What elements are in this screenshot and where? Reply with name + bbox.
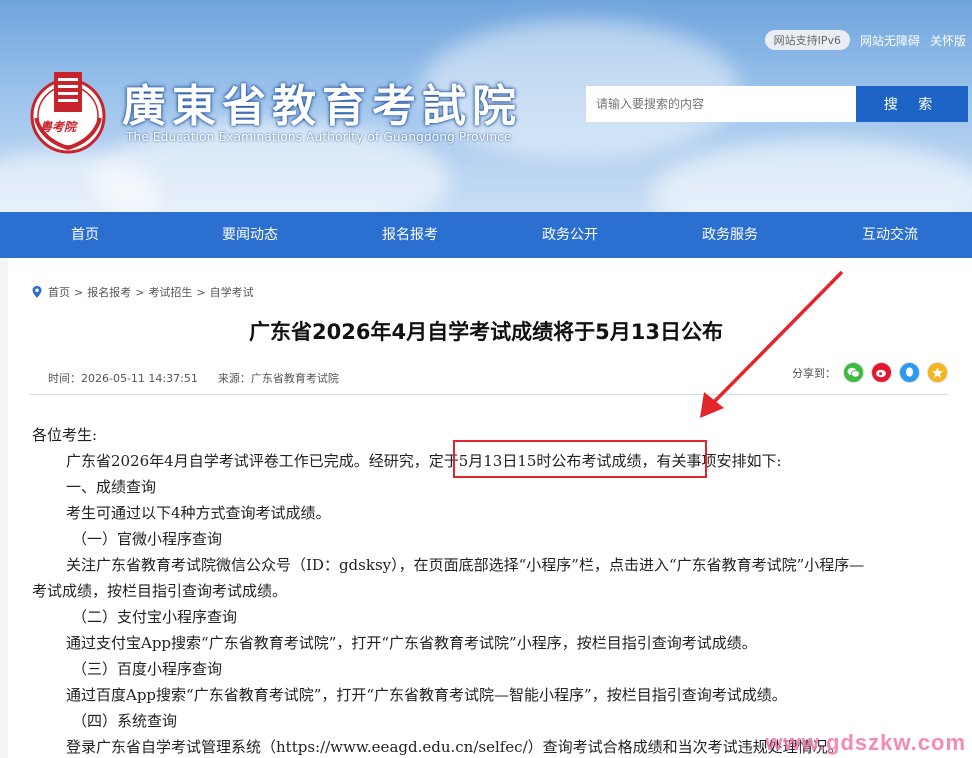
search-button[interactable]: 搜 索 bbox=[856, 86, 968, 122]
location-pin-icon bbox=[32, 286, 42, 298]
accessibility-link[interactable]: 网站无障碍 bbox=[860, 32, 920, 49]
care-mode-link[interactable]: 关怀版 bbox=[930, 32, 966, 49]
breadcrumb-self-study[interactable]: 自学考试 bbox=[210, 284, 254, 300]
qq-icon[interactable] bbox=[899, 362, 920, 383]
share-label: 分享到： bbox=[792, 366, 836, 380]
paragraph-text: 关注广东省教育考试院微信公众号（ID：gdsksy），在页面底部选择“小程序”栏… bbox=[66, 556, 865, 574]
site-header: 网站支持IPv6 网站无障碍 关怀版 粤考院 廣東省教育考試院 The Educ… bbox=[0, 0, 972, 212]
nav-item-news[interactable]: 要闻动态 bbox=[170, 212, 330, 258]
ipv6-badge: 网站支持IPv6 bbox=[764, 30, 850, 50]
search-input[interactable] bbox=[586, 86, 856, 122]
subsection-heading: （二）支付宝小程序查询 bbox=[72, 608, 238, 626]
nav-item-gov-services[interactable]: 政务服务 bbox=[650, 212, 810, 258]
paragraph-text: 考试成绩，按栏目指引查询考试成绩。 bbox=[32, 582, 288, 600]
article-title: 广东省2026年4月自学考试成绩将于5月13日公布 bbox=[249, 320, 723, 344]
site-logo-title[interactable]: 廣東省教育考試院 bbox=[122, 70, 522, 134]
emblem-text: 粤考院 bbox=[40, 120, 77, 134]
subsection-heading: （一）官微小程序查询 bbox=[72, 530, 223, 548]
breadcrumb-registration[interactable]: 报名报考 bbox=[87, 284, 131, 300]
main-nav: 首页 要闻动态 报名报考 政务公开 政务服务 互动交流 bbox=[0, 212, 972, 258]
weibo-icon[interactable] bbox=[871, 362, 892, 383]
breadcrumb-home[interactable]: 首页 bbox=[48, 284, 70, 300]
nav-item-home[interactable]: 首页 bbox=[0, 212, 170, 258]
paragraph-text: 通过百度App搜索“广东省教育考试院”，打开“广东省教育考试院—智能小程序”，按… bbox=[66, 686, 787, 704]
paragraph-text: 通过支付宝App搜索“广东省教育考试院”，打开“广东省教育考试院”小程序，按栏目… bbox=[66, 634, 757, 652]
highlight-annotation-box bbox=[453, 440, 707, 478]
nav-item-registration[interactable]: 报名报考 bbox=[330, 212, 490, 258]
meta-divider bbox=[30, 394, 948, 395]
breadcrumb-separator: > bbox=[196, 285, 206, 299]
wechat-icon[interactable] bbox=[843, 362, 864, 383]
breadcrumb: 首页 > 报名报考 > 考试招生 > 自学考试 bbox=[30, 284, 254, 300]
breadcrumb-separator: > bbox=[74, 285, 84, 299]
nav-item-interaction[interactable]: 互动交流 bbox=[810, 212, 970, 258]
cloud-decoration bbox=[650, 140, 972, 212]
paragraph-text: 考生可通过以下4种方式查询考试成绩。 bbox=[66, 504, 331, 522]
subsection-heading: （三）百度小程序查询 bbox=[72, 660, 223, 678]
qzone-icon[interactable] bbox=[927, 362, 948, 383]
article-time: 时间：2026-05-11 14:37:51 bbox=[48, 372, 198, 385]
article-meta: 时间：2026-05-11 14:37:51 来源：广东省教育考试院 bbox=[48, 370, 339, 386]
breadcrumb-exams[interactable]: 考试招生 bbox=[148, 284, 192, 300]
breadcrumb-separator: > bbox=[135, 285, 145, 299]
share-bar: 分享到： bbox=[792, 362, 948, 383]
site-logo-subtitle: The Education Examinations Authority of … bbox=[126, 130, 512, 144]
emblem-logo-icon[interactable] bbox=[28, 64, 108, 156]
nav-item-gov-affairs[interactable]: 政务公开 bbox=[490, 212, 650, 258]
top-links: 网站支持IPv6 网站无障碍 关怀版 bbox=[764, 30, 966, 50]
watermark-text: www.gdszkw.com bbox=[765, 730, 966, 755]
article-source: 来源：广东省教育考试院 bbox=[217, 372, 339, 385]
